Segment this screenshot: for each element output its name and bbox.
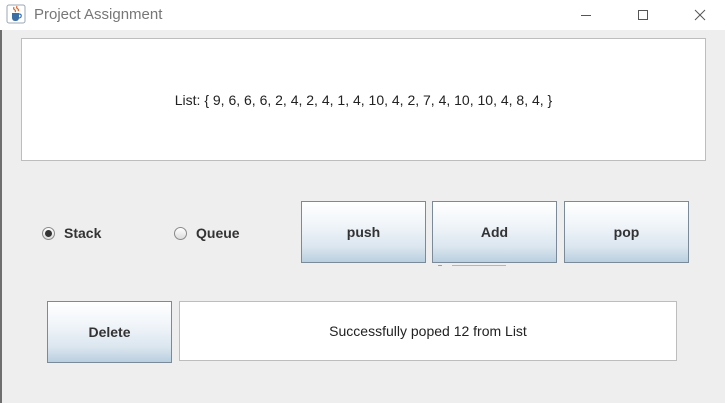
minimize-icon [581, 15, 591, 16]
radio-stack-label: Stack [64, 225, 102, 241]
status-message: Successfully poped 12 from List [329, 323, 527, 339]
content-pane: List: { 9, 6, 6, 6, 2, 4, 2, 4, 1, 4, 10… [2, 30, 725, 403]
add-button[interactable]: Add [432, 201, 557, 263]
minimize-button[interactable] [563, 0, 609, 30]
maximize-icon [638, 10, 648, 20]
radio-stack[interactable]: Stack [42, 223, 101, 243]
java-cup-icon [6, 4, 26, 24]
radio-queue-label: Queue [196, 225, 240, 241]
list-text: List: { 9, 6, 6, 6, 2, 4, 2, 4, 1, 4, 10… [174, 91, 553, 108]
close-button[interactable] [677, 0, 723, 30]
push-button[interactable]: push [301, 201, 426, 263]
status-panel: Successfully poped 12 from List [179, 301, 677, 361]
maximize-button[interactable] [620, 0, 666, 30]
radio-button-icon[interactable] [42, 226, 55, 240]
delete-button[interactable]: Delete [47, 301, 172, 363]
pop-button[interactable]: pop [564, 201, 689, 263]
window-title: Project Assignment [34, 6, 163, 23]
list-display-panel: List: { 9, 6, 6, 6, 2, 4, 2, 4, 1, 4, 10… [21, 38, 706, 161]
radio-button-icon[interactable] [174, 226, 187, 240]
title-bar[interactable]: Project Assignment [0, 0, 725, 30]
close-icon [694, 9, 706, 21]
radio-queue[interactable]: Queue [174, 223, 240, 243]
